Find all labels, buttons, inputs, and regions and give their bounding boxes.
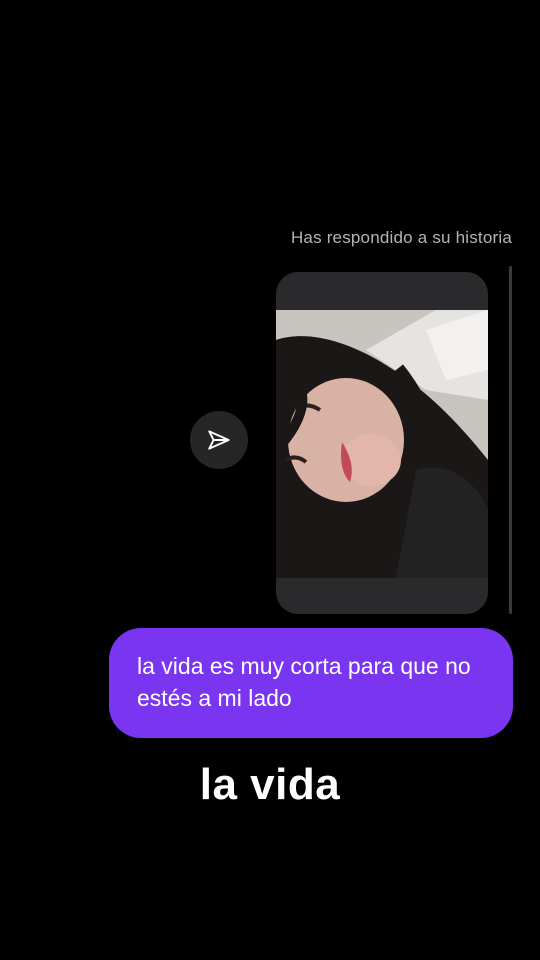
story-photo-illustration xyxy=(276,310,488,578)
sent-message-bubble[interactable]: la vida es muy corta para que no estés a… xyxy=(109,628,513,738)
chat-screen: Has respondido a su historia la vida es … xyxy=(0,0,540,960)
story-reply-caption: Has respondido a su historia xyxy=(290,228,512,247)
message-text: la vida es muy corta para que no estés a… xyxy=(137,653,471,711)
story-preview-card[interactable] xyxy=(276,272,488,614)
video-overlay-caption: la vida xyxy=(199,760,341,809)
share-button[interactable] xyxy=(190,411,248,469)
send-icon xyxy=(208,430,230,450)
reply-indicator-line xyxy=(509,266,512,614)
story-photo xyxy=(276,310,488,578)
